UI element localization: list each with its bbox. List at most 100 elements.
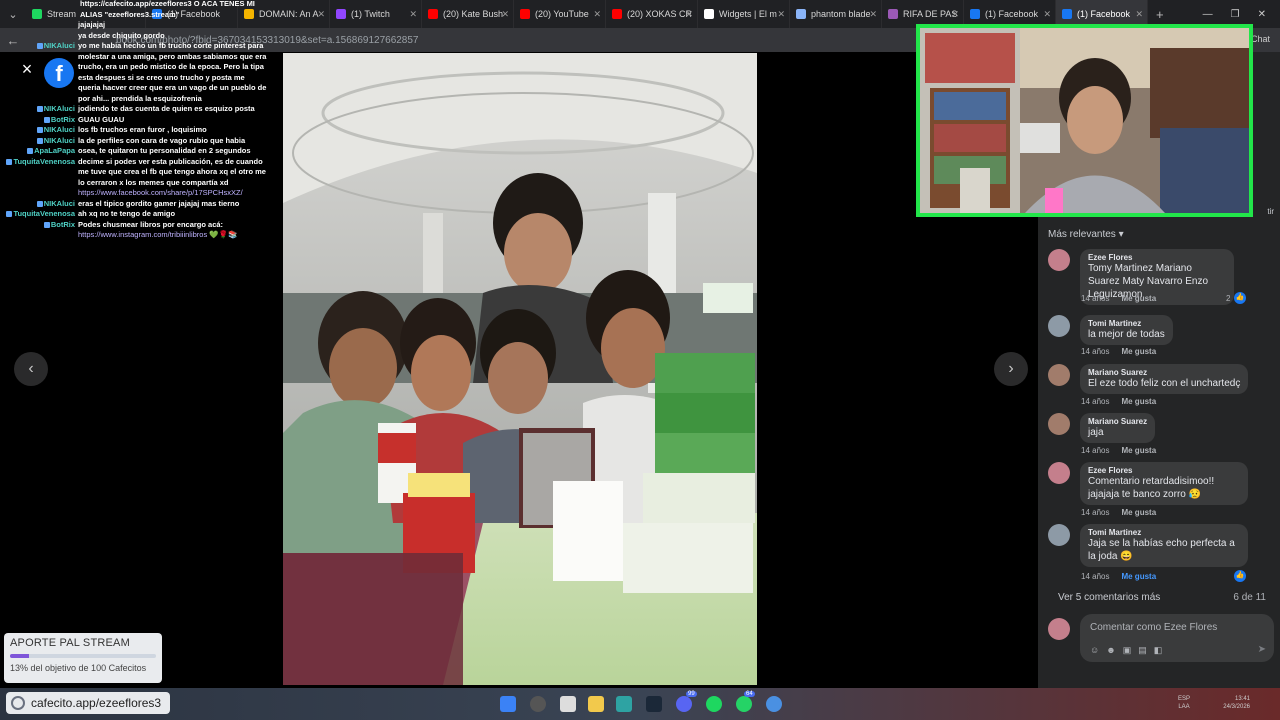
clock[interactable]: 13:41 24/3/2026 xyxy=(1223,695,1250,711)
tab-twitch[interactable]: (1) Twitch ✕ xyxy=(330,0,422,28)
tab-close-icon[interactable]: ✕ xyxy=(951,9,959,20)
chat-username[interactable]: ApaLaPapa xyxy=(2,146,78,157)
chat-username[interactable] xyxy=(2,31,78,42)
sticker-icon[interactable]: ◧ xyxy=(1154,645,1163,656)
tab-youtube[interactable]: (20) YouTube ✕ xyxy=(514,0,606,28)
comment-author[interactable]: Ezee Flores xyxy=(1088,253,1226,262)
tab-close-icon[interactable]: ✕ xyxy=(869,9,877,20)
chat-username[interactable]: NIKAluci xyxy=(2,125,78,136)
comment-timestamp[interactable]: 14 años xyxy=(1081,294,1109,303)
comment-input[interactable]: Comentar como Ezee Flores ☺ ☻ ▣ ▤ ◧ ➤ xyxy=(1080,614,1274,662)
comment-timestamp[interactable]: 14 años xyxy=(1081,397,1109,406)
tab-kate-bush[interactable]: (20) Kate Bush ✕ xyxy=(422,0,514,28)
comment-author[interactable]: Tomi Martinez xyxy=(1088,319,1165,328)
emoji-icon[interactable]: ☻ xyxy=(1106,645,1115,656)
like-comment-button[interactable]: Me gusta xyxy=(1121,572,1156,581)
comment-timestamp[interactable]: 14 años xyxy=(1081,508,1109,517)
tab-phantom-blade[interactable]: phantom blade ✕ xyxy=(790,0,882,28)
tab-close-icon[interactable]: ✕ xyxy=(593,9,601,20)
tab-close-icon[interactable]: ✕ xyxy=(1135,9,1143,20)
avatar[interactable] xyxy=(1048,462,1070,484)
photo xyxy=(283,53,757,685)
avatar-sticker-icon[interactable]: ☺ xyxy=(1090,645,1099,656)
comment-author[interactable]: Mariano Suarez xyxy=(1088,368,1240,377)
chat-username[interactable]: TuquitaVenenosa xyxy=(2,209,78,220)
minimize-icon[interactable]: — xyxy=(1203,9,1213,20)
comment-author[interactable]: Ezee Flores xyxy=(1088,466,1240,475)
clock-date: 24/3/2026 xyxy=(1223,704,1250,710)
comment-bubble: Mariano Suarez El eze todo feliz con el u… xyxy=(1080,364,1249,394)
chat-message-text: los fb truchos eran furor , loquisimo xyxy=(78,125,207,134)
tab-close-icon[interactable]: ✕ xyxy=(777,9,785,20)
comment-author[interactable]: Mariano Suarez xyxy=(1088,417,1147,426)
avatar[interactable] xyxy=(1048,524,1070,546)
maximize-icon[interactable]: ❐ xyxy=(1231,9,1240,20)
like-reaction-icon[interactable]: 👍 xyxy=(1234,292,1246,304)
chat-link[interactable]: https://www.facebook.com/share/p/17SPCHs… xyxy=(78,188,268,199)
view-more-comments[interactable]: Ver 5 comentarios más xyxy=(1058,592,1160,603)
chat-username[interactable]: NIKAluci xyxy=(2,136,78,147)
gif-icon[interactable]: ▤ xyxy=(1138,645,1147,656)
comment-timestamp[interactable]: 14 años xyxy=(1081,347,1109,356)
like-comment-button[interactable]: Me gusta xyxy=(1121,294,1156,303)
whatsapp-icon[interactable] xyxy=(736,696,752,712)
chat-username[interactable]: TuquitaVenenosa xyxy=(2,157,78,199)
chat-badge-icon xyxy=(36,106,43,113)
camera-icon[interactable]: ▣ xyxy=(1123,645,1132,656)
chat-username[interactable]: NIKAluci xyxy=(2,104,78,115)
tab-close-icon[interactable]: ✕ xyxy=(317,9,325,20)
stream-url-banner: cafecito.app/ezeeflores3 xyxy=(6,692,170,714)
chat-username[interactable]: BotRix xyxy=(2,115,78,126)
donation-subtitle: 13% del objetivo de 100 Cafecitos xyxy=(10,663,147,673)
steam-icon[interactable] xyxy=(646,696,662,712)
task-view-icon[interactable] xyxy=(560,696,576,712)
chat-username[interactable]: NIKAluci xyxy=(2,199,78,210)
chat-username[interactable] xyxy=(2,20,78,31)
chat-username[interactable]: BotRix xyxy=(2,220,78,241)
like-comment-button[interactable]: Me gusta xyxy=(1121,397,1156,406)
search-icon[interactable] xyxy=(530,696,546,712)
sort-dropdown[interactable]: Más relevantes ▾ xyxy=(1048,229,1124,240)
chat-message-body: decime si podes ver esta publicación, es… xyxy=(78,157,268,199)
comment-timestamp[interactable]: 14 años xyxy=(1081,572,1109,581)
tab-close-icon[interactable]: ✕ xyxy=(1043,9,1051,20)
avatar[interactable] xyxy=(1048,413,1070,435)
chat-message-body: ya desde chiquito gordo xyxy=(78,31,268,42)
new-tab-icon[interactable]: + xyxy=(1148,7,1172,22)
like-comment-button[interactable]: Me gusta xyxy=(1121,508,1156,517)
tab-widgets[interactable]: Widgets | El m ✕ xyxy=(698,0,790,28)
tab-close-icon[interactable]: ✕ xyxy=(685,9,693,20)
send-icon[interactable]: ➤ xyxy=(1258,644,1266,655)
chat-badge-icon xyxy=(6,211,13,218)
avatar[interactable] xyxy=(1048,249,1070,271)
app-icon[interactable] xyxy=(766,696,782,712)
window-close-icon[interactable]: ✕ xyxy=(1258,9,1266,20)
file-explorer-icon[interactable] xyxy=(588,696,604,712)
language-indicator[interactable]: ESP LAA xyxy=(1178,695,1190,711)
previous-photo-icon[interactable]: ‹ xyxy=(14,352,48,386)
chat-link[interactable]: https://www.instagram.com/tribiiinlibros… xyxy=(78,230,268,241)
discord-icon[interactable] xyxy=(676,696,692,712)
tab-close-icon[interactable]: ✕ xyxy=(409,9,417,20)
chat-label[interactable]: Chat xyxy=(1251,34,1270,44)
comment-author[interactable]: Tomi Martinez xyxy=(1088,528,1240,537)
tab-xokas[interactable]: (20) XOKAS CR ✕ xyxy=(606,0,698,28)
comment-timestamp[interactable]: 14 años xyxy=(1081,446,1109,455)
chat-message-text: jodiendo te das cuenta de quien es esqui… xyxy=(78,104,255,113)
like-comment-button[interactable]: Me gusta xyxy=(1121,446,1156,455)
start-icon[interactable] xyxy=(500,696,516,712)
chat-username[interactable]: NIKAluci xyxy=(2,41,78,104)
language-bottom: LAA xyxy=(1178,704,1190,710)
tab-close-icon[interactable]: ✕ xyxy=(501,9,509,20)
comment-meta: 14 años Me gusta xyxy=(1081,294,1156,303)
like-reaction-icon[interactable]: 👍 xyxy=(1234,570,1246,582)
edge-browser-icon[interactable] xyxy=(616,696,632,712)
avatar[interactable] xyxy=(1048,315,1070,337)
comment-text: Jaja se la habías echo perfecta a la jod… xyxy=(1088,538,1235,562)
next-photo-icon[interactable]: › xyxy=(994,352,1028,386)
avatar[interactable] xyxy=(1048,364,1070,386)
chat-badge-icon xyxy=(27,148,34,155)
comment-bubble: Tomi Martinez la mejor de todas xyxy=(1080,315,1173,345)
spotify-icon[interactable] xyxy=(706,696,722,712)
like-comment-button[interactable]: Me gusta xyxy=(1121,347,1156,356)
